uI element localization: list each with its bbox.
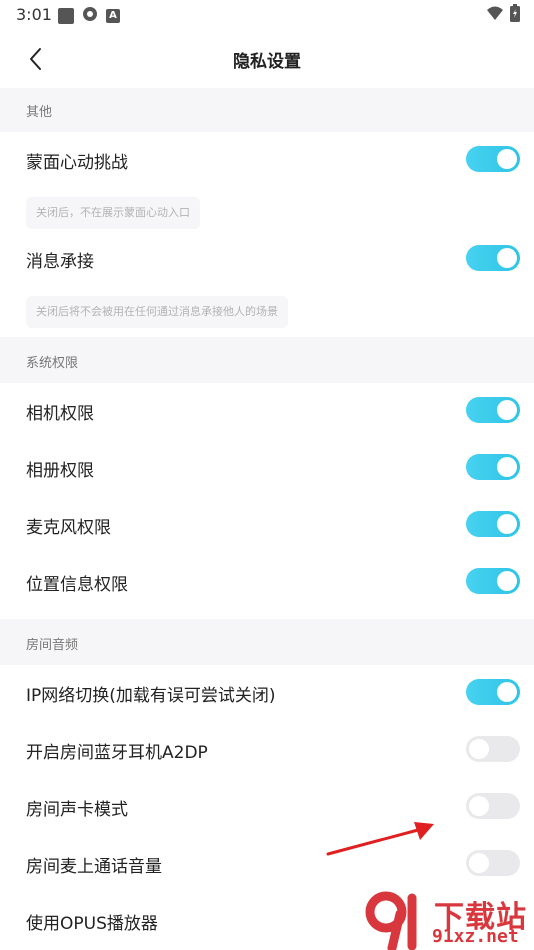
section-header-system-permissions: 系统权限 <box>0 337 534 383</box>
notification-square-icon <box>58 8 74 24</box>
app-header: 隐私设置 <box>0 30 534 88</box>
ip-switch-toggle[interactable] <box>466 679 520 705</box>
mic-call-volume-toggle[interactable] <box>466 850 520 876</box>
system-icons <box>486 4 520 26</box>
battery-icon <box>510 4 520 26</box>
setting-label: 使用OPUS播放器 <box>26 914 158 934</box>
setting-label: IP网络切换(加载有误可尝试关闭) <box>26 686 276 706</box>
toggle-knob <box>497 248 517 268</box>
setting-row-message-relay: 消息承接 <box>0 231 534 287</box>
bluetooth-a2dp-toggle[interactable] <box>466 736 520 762</box>
page-title: 隐私设置 <box>233 52 301 72</box>
setting-row-mic-volume: 房间麦上通话音量 <box>0 836 534 892</box>
toggle-knob <box>497 149 517 169</box>
setting-label: 消息承接 <box>26 252 94 272</box>
location-permission-toggle[interactable] <box>466 568 520 594</box>
section-label: 房间音频 <box>26 638 79 653</box>
setting-label: 房间麦上通话音量 <box>26 857 162 877</box>
watermark-logo: 下载站 91xz.net <box>362 888 532 950</box>
setting-hint: 关闭后，不在展示蒙面心动入口 <box>26 197 200 229</box>
notification-gear-icon <box>82 6 98 26</box>
microphone-permission-toggle[interactable] <box>466 511 520 537</box>
setting-label: 相机权限 <box>26 404 94 424</box>
setting-row-album: 相册权限 <box>0 440 534 496</box>
masked-challenge-toggle[interactable] <box>466 146 520 172</box>
watermark-url: 91xz.net <box>432 926 519 947</box>
annotation-arrow-icon <box>326 822 434 856</box>
toggle-knob <box>497 514 517 534</box>
setting-label: 房间声卡模式 <box>26 800 128 820</box>
toggle-knob <box>469 739 489 759</box>
toggle-knob <box>497 682 517 702</box>
toggle-knob <box>469 853 489 873</box>
setting-row-location: 位置信息权限 <box>0 554 534 610</box>
status-bar: 3:01 A <box>0 0 534 30</box>
notification-a-icon: A <box>106 9 120 23</box>
album-permission-toggle[interactable] <box>466 454 520 480</box>
sound-card-mode-toggle[interactable] <box>466 793 520 819</box>
message-relay-toggle[interactable] <box>466 245 520 271</box>
setting-row-microphone: 麦克风权限 <box>0 497 534 553</box>
setting-label: 蒙面心动挑战 <box>26 153 128 173</box>
section-header-room-audio: 房间音频 <box>0 619 534 665</box>
camera-permission-toggle[interactable] <box>466 397 520 423</box>
notification-icons: A <box>58 6 120 26</box>
setting-label: 位置信息权限 <box>26 575 128 595</box>
setting-label: 麦克风权限 <box>26 518 111 538</box>
setting-row-sound-card: 房间声卡模式 <box>0 779 534 835</box>
setting-label: 开启房间蓝牙耳机A2DP <box>26 743 208 763</box>
toggle-knob <box>469 796 489 816</box>
section-label: 系统权限 <box>26 356 79 371</box>
setting-hint: 关闭后将不会被用在任何通过消息承接他人的场景 <box>26 296 288 328</box>
setting-row-ip-switch: IP网络切换(加载有误可尝试关闭) <box>0 665 534 721</box>
watermark-91-icon <box>365 891 417 950</box>
setting-row-camera: 相机权限 <box>0 383 534 439</box>
toggle-knob <box>497 457 517 477</box>
toggle-knob <box>497 400 517 420</box>
setting-label: 相册权限 <box>26 461 94 481</box>
toggle-knob <box>497 571 517 591</box>
status-time: 3:01 <box>16 5 52 24</box>
setting-row-bluetooth-a2dp: 开启房间蓝牙耳机A2DP <box>0 722 534 778</box>
section-label: 其他 <box>26 105 53 120</box>
section-header-other: 其他 <box>0 88 534 132</box>
wifi-icon <box>486 5 504 25</box>
setting-row-masked-challenge: 蒙面心动挑战 <box>0 132 534 188</box>
